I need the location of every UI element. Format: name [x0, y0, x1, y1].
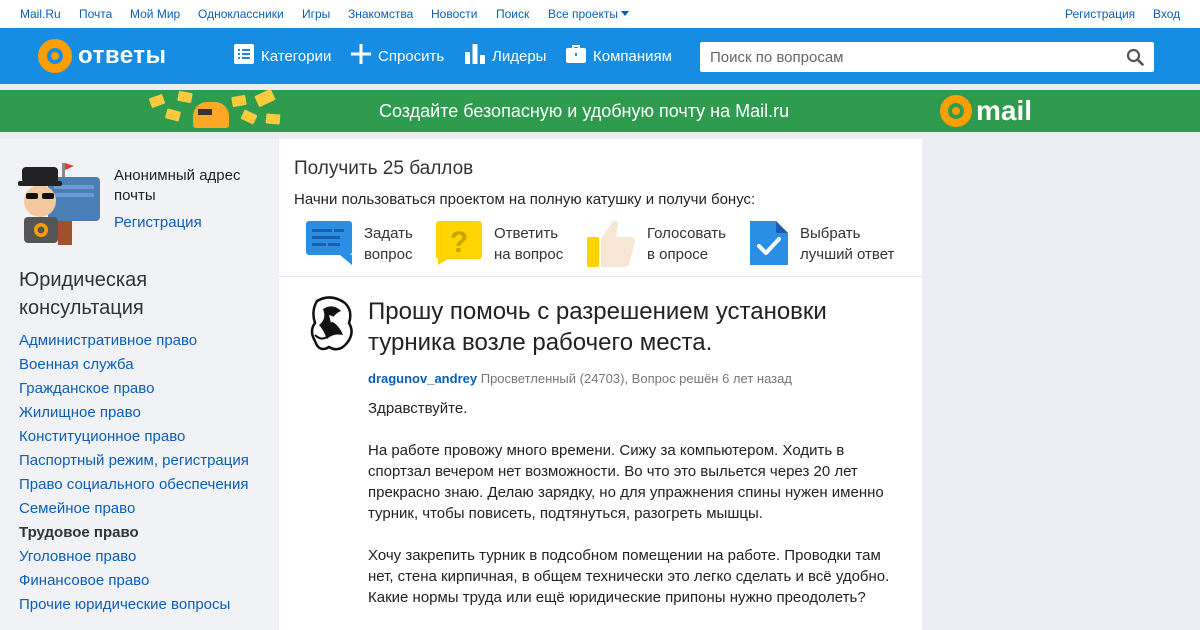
otvety-logo[interactable]: ответы — [38, 39, 167, 73]
mail-promo-banner[interactable]: Создайте безопасную и удобную почту на M… — [0, 90, 1200, 132]
list-icon — [234, 44, 254, 68]
author-rank-and-time: Просветленный (24703), Вопрос решён 6 ле… — [480, 371, 792, 386]
top-bar: Mail.Ru Почта Мой Мир Одноклассники Игры… — [0, 0, 1200, 28]
nav-leaders[interactable]: Лидеры — [465, 44, 546, 68]
topbar-all-projects[interactable]: Все проекты — [548, 7, 630, 21]
thumbs-up-icon — [585, 217, 637, 274]
topbar-link-igry[interactable]: Игры — [302, 7, 330, 21]
bonus-ask-line1: Задать — [364, 225, 413, 242]
question-bubble-icon: ? — [434, 219, 484, 270]
category-list: Административное право Военная служба Гр… — [19, 332, 249, 620]
sidebar-item-housing-law[interactable]: Жилищное право — [19, 404, 249, 428]
plus-icon — [351, 44, 371, 68]
banner-text: Создайте безопасную и удобную почту на M… — [379, 101, 790, 121]
search-input[interactable] — [700, 42, 1110, 72]
at-sign-icon — [940, 95, 972, 127]
right-column — [922, 139, 1200, 630]
nav-categories[interactable]: Категории — [234, 44, 331, 68]
avatar[interactable] — [309, 295, 355, 353]
anonymous-mailbox-icon — [18, 159, 102, 245]
topbar-link-pochta[interactable]: Почта — [79, 7, 112, 21]
topbar-link-moy-mir[interactable]: Мой Мир — [130, 7, 180, 21]
bonus-choose-line2: лучший ответ — [800, 246, 895, 263]
search-box — [700, 42, 1154, 72]
sidebar-item-civil-law[interactable]: Гражданское право — [19, 380, 249, 404]
question-body: Здравствуйте. На работе провожу много вр… — [368, 398, 898, 629]
topbar-link-znakomstva[interactable]: Знакомства — [348, 7, 413, 21]
at-sign-icon — [38, 39, 72, 73]
sidebar-item-criminal-law[interactable]: Уголовное право — [19, 548, 249, 572]
search-icon[interactable] — [1126, 48, 1144, 71]
svg-text:?: ? — [450, 226, 468, 259]
nav-categories-label: Категории — [261, 47, 332, 65]
question-title: Прошу помочь с разрешением установки тур… — [368, 298, 827, 356]
section-title: Юридическая консультация — [19, 269, 148, 319]
sidebar-item-military-service[interactable]: Военная служба — [19, 356, 249, 380]
sidebar-item-passport-registration[interactable]: Паспортный режим, регистрация — [19, 452, 249, 476]
bonus-vote-line1: Голосовать — [647, 225, 726, 242]
topbar-register-link[interactable]: Регистрация — [1065, 7, 1135, 21]
briefcase-icon — [566, 44, 586, 68]
divider — [279, 276, 922, 277]
mail-logo-text: mail — [976, 95, 1033, 126]
mail-logo: mail — [940, 95, 1032, 127]
sidebar-item-constitutional-law[interactable]: Конституционное право — [19, 428, 249, 452]
bonus-subtitle: Начни пользоваться проектом на полную ка… — [294, 191, 756, 208]
logo-text: ответы — [78, 42, 167, 69]
bonus-choose-line1: Выбрать — [800, 225, 861, 242]
main-header: ответы Категории Спросить Лидеры Компани… — [0, 28, 1200, 84]
nav-companies[interactable]: Компаниям — [566, 44, 672, 68]
topbar-login-link[interactable]: Вход — [1153, 7, 1180, 21]
sidebar-register-link[interactable]: Регистрация — [114, 214, 202, 231]
bar-chart-icon — [465, 44, 485, 68]
checkmark-icon — [748, 219, 790, 272]
bonus-answer-question[interactable]: ? Ответить на вопрос — [434, 219, 574, 269]
nav-ask[interactable]: Спросить — [351, 44, 444, 68]
sidebar-item-financial-law[interactable]: Финансовое право — [19, 572, 249, 596]
question-meta: dragunov_andrey Просветленный (24703), В… — [368, 371, 792, 386]
bonus-ask-line2: вопрос — [364, 246, 413, 263]
question-paragraph: Хочу закрепить турник в подсобном помеще… — [368, 547, 890, 606]
all-projects-label: Все проекты — [548, 7, 619, 21]
sidebar-item-administrative-law[interactable]: Административное право — [19, 332, 249, 356]
bonus-ask-question[interactable]: Задать вопрос — [304, 219, 424, 269]
speech-bubble-icon — [304, 219, 354, 270]
anonymous-email-label: Анонимный адрес почты — [114, 167, 241, 204]
bonus-choose-best-answer[interactable]: Выбрать лучший ответ — [748, 219, 908, 269]
sidebar-item-other-legal[interactable]: Прочие юридические вопросы — [19, 596, 249, 620]
bonus-vote-poll[interactable]: Голосовать в опросе — [585, 219, 735, 269]
bonus-title: Получить 25 баллов — [294, 158, 474, 179]
topbar-link-novosti[interactable]: Новости — [431, 7, 477, 21]
left-sidebar: Анонимный адрес почты Регистрация Юридич… — [0, 139, 278, 630]
question-paragraph: На работе провожу много времени. Сижу за… — [368, 442, 884, 522]
chevron-down-icon — [621, 11, 630, 16]
sidebar-item-family-law[interactable]: Семейное право — [19, 500, 249, 524]
main-content: Получить 25 баллов Начни пользоваться пр… — [279, 139, 922, 630]
bonus-answer-line1: Ответить — [494, 225, 559, 242]
sidebar-item-labor-law[interactable]: Трудовое право — [19, 524, 249, 548]
nav-ask-label: Спросить — [378, 47, 445, 65]
nav-leaders-label: Лидеры — [492, 47, 547, 65]
topbar-link-odnoklassniki[interactable]: Одноклассники — [198, 7, 284, 21]
bonus-answer-line2: на вопрос — [494, 246, 564, 263]
sidebar-item-social-security-law[interactable]: Право социального обеспечения — [19, 476, 249, 500]
author-link[interactable]: dragunov_andrey — [368, 371, 477, 386]
nav-companies-label: Компаниям — [593, 47, 672, 65]
bonus-vote-line2: в опросе — [647, 246, 709, 263]
topbar-link-mailru[interactable]: Mail.Ru — [20, 7, 61, 21]
question-paragraph: Здравствуйте. — [368, 400, 468, 417]
topbar-link-poisk[interactable]: Поиск — [496, 7, 529, 21]
